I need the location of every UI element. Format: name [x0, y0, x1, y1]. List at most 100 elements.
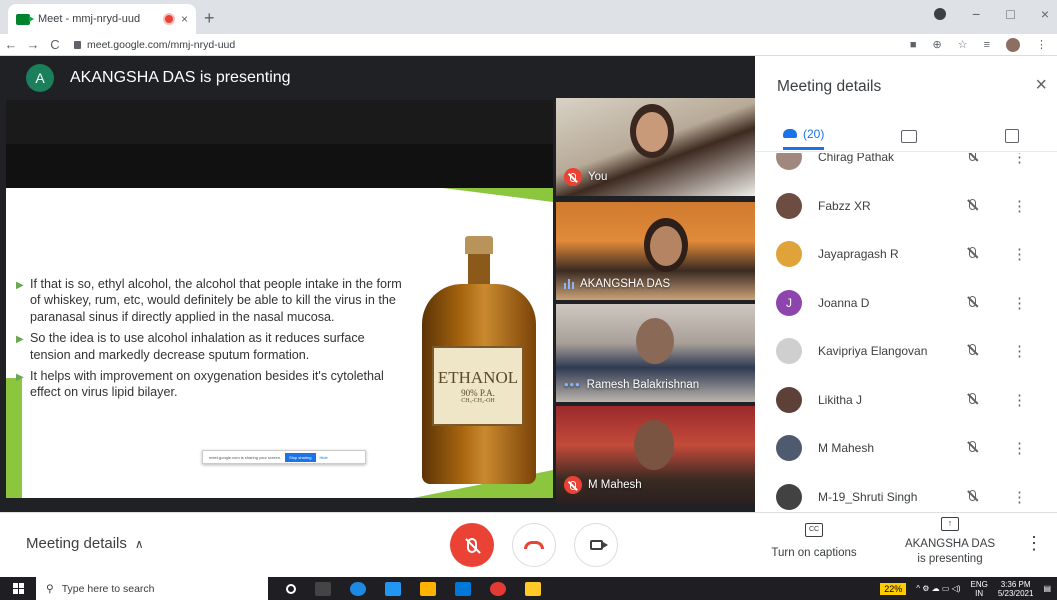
- slide-accent-top: [443, 188, 553, 202]
- video-tile[interactable]: M Mahesh: [556, 406, 755, 504]
- mic-muted-icon: [969, 489, 981, 504]
- task-view-icon[interactable]: [315, 581, 331, 596]
- participant-name: M-19_Shruti Singh: [818, 489, 918, 504]
- tab-people[interactable]: (20): [783, 122, 825, 150]
- tab-activities[interactable]: [1005, 122, 1019, 150]
- participant-more-button[interactable]: ⋮: [1012, 153, 1027, 166]
- participant-face: [636, 318, 674, 364]
- edge-icon[interactable]: [350, 581, 366, 596]
- participant-avatar: [776, 435, 802, 461]
- participant-row[interactable]: Chirag Pathak ⋮: [755, 153, 1057, 181]
- participant-name: Fabzz XR: [818, 198, 871, 213]
- slide-bullet: ▶ It helps with improvement on oxygenatio…: [16, 368, 408, 401]
- reload-button[interactable]: C: [44, 37, 66, 52]
- camera-indicator-icon[interactable]: ■: [910, 39, 917, 51]
- store-icon[interactable]: [455, 581, 471, 596]
- mic-muted-icon: [969, 392, 981, 407]
- language-indicator[interactable]: ENG IN: [971, 580, 988, 598]
- video-tile[interactable]: You: [556, 98, 755, 196]
- mic-off-icon: [467, 537, 477, 553]
- url-text: meet.google.com/mmj-nryd-uud: [87, 38, 236, 51]
- hide-button[interactable]: Hide: [320, 455, 328, 460]
- folder-icon[interactable]: [525, 581, 541, 596]
- participant-row[interactable]: Jayapragash R ⋮: [755, 230, 1057, 278]
- battery-indicator[interactable]: 22%: [880, 582, 907, 595]
- search-placeholder: Type here to search: [61, 582, 155, 595]
- meeting-stage: A AKANGSHA DAS is presenting ▶ If that is…: [0, 56, 755, 512]
- participant-more-button[interactable]: ⋮: [1012, 245, 1027, 263]
- user-avatar-icon[interactable]: [1006, 37, 1020, 52]
- captions-button[interactable]: CC Turn on captions: [768, 519, 860, 559]
- stop-sharing-button[interactable]: Stop sharing: [285, 452, 316, 462]
- muted-mic-icon: [564, 168, 582, 186]
- window-close-button[interactable]: ×: [1041, 6, 1049, 22]
- chrome-icon[interactable]: [490, 581, 506, 596]
- activities-icon: [1005, 129, 1019, 143]
- participant-more-button[interactable]: ⋮: [1012, 294, 1027, 312]
- reading-list-icon[interactable]: ≡: [984, 39, 990, 51]
- microphone-toggle-button[interactable]: [450, 523, 494, 567]
- meeting-details-toggle[interactable]: Meeting details ∧: [26, 535, 144, 552]
- cortana-icon[interactable]: [286, 583, 296, 594]
- people-icon: [783, 129, 797, 138]
- participant-row[interactable]: M Mahesh ⋮: [755, 424, 1057, 472]
- mail-icon[interactable]: [385, 581, 401, 596]
- presenter-avatar: A: [26, 64, 54, 92]
- mic-muted-icon: [969, 247, 981, 261]
- more-options-button[interactable]: ⋮: [1025, 533, 1043, 554]
- video-tile[interactable]: AKANGSHA DAS: [556, 202, 755, 300]
- recording-indicator-icon: [164, 15, 173, 23]
- participant-row[interactable]: Likitha J ⋮: [755, 376, 1057, 424]
- participant-more-button[interactable]: ⋮: [1012, 197, 1027, 215]
- minimize-button[interactable]: −: [972, 6, 980, 22]
- notifications-icon[interactable]: ▤: [1043, 584, 1051, 593]
- browser-menu-icon[interactable]: ⋮: [1036, 38, 1047, 51]
- participant-row[interactable]: J Joanna D ⋮: [755, 279, 1057, 327]
- participant-avatar: J: [776, 289, 802, 316]
- profile-icon[interactable]: [934, 8, 947, 20]
- panel-title: Meeting details: [777, 78, 882, 95]
- participant-row[interactable]: M-19_Shruti Singh ⋮: [755, 473, 1057, 513]
- presenting-status: is presenting: [917, 553, 983, 565]
- tab-chat[interactable]: [901, 122, 917, 150]
- chat-icon: [901, 129, 917, 143]
- camera-toggle-button[interactable]: [574, 523, 618, 567]
- bookmark-star-icon[interactable]: ☆: [958, 38, 968, 51]
- participant-more-button[interactable]: ⋮: [1012, 342, 1027, 360]
- bullet-arrow-icon: ▶: [16, 372, 24, 384]
- windows-start-button[interactable]: [0, 577, 36, 600]
- speaking-indicator-icon: [564, 279, 574, 289]
- participant-row[interactable]: Kavipriya Elangovan ⋮: [755, 327, 1057, 375]
- tray-icons[interactable]: ^ ⚙ ☁ ▭ ◁): [916, 584, 960, 593]
- participant-row[interactable]: Fabzz XR ⋮: [755, 182, 1057, 230]
- participant-name: Jayapragash R: [818, 247, 899, 261]
- video-tile[interactable]: ••• Ramesh Balakrishnan: [556, 304, 755, 402]
- audio-idle-icon: •••: [564, 377, 581, 392]
- forward-button[interactable]: →: [22, 37, 44, 52]
- tab-close-button[interactable]: ×: [181, 12, 188, 26]
- mic-muted-icon: [969, 198, 981, 213]
- participant-more-button[interactable]: ⋮: [1012, 439, 1027, 457]
- maximize-button[interactable]: □: [1006, 6, 1014, 22]
- participant-more-button[interactable]: ⋮: [1012, 391, 1027, 409]
- mic-muted-icon: [969, 441, 981, 455]
- back-button[interactable]: ←: [0, 37, 22, 52]
- leave-call-button[interactable]: [512, 523, 556, 567]
- shared-screen: ▶ If that is so, ethyl alcohol, the alcoh…: [6, 100, 553, 498]
- browser-tab[interactable]: Meet - mmj-nryd-uud ×: [8, 4, 196, 34]
- meeting-control-bar: Meeting details ∧ CC Turn on captions ↑ …: [0, 512, 1057, 577]
- lang-top: ENG: [970, 579, 988, 589]
- participant-name: Likitha J: [818, 392, 863, 407]
- participant-face: [650, 226, 682, 266]
- zoom-icon[interactable]: ⊕: [932, 38, 941, 51]
- new-tab-button[interactable]: +: [204, 8, 215, 29]
- taskbar-clock[interactable]: 3:36 PM 5/23/2021: [998, 580, 1034, 598]
- panel-close-button[interactable]: ×: [1035, 74, 1047, 97]
- participant-more-button[interactable]: ⋮: [1012, 488, 1027, 506]
- url-field[interactable]: meet.google.com/mmj-nryd-uud: [74, 39, 235, 51]
- mic-muted-icon: [969, 153, 981, 164]
- file-explorer-icon[interactable]: [420, 581, 436, 596]
- presenting-button[interactable]: ↑ AKANGSHA DAS is presenting: [898, 515, 1002, 567]
- taskbar-search-input[interactable]: ⚲ Type here to search: [36, 577, 268, 600]
- windows-taskbar: ⚲ Type here to search 22% ^ ⚙ ☁ ▭ ◁) ENG…: [0, 577, 1057, 600]
